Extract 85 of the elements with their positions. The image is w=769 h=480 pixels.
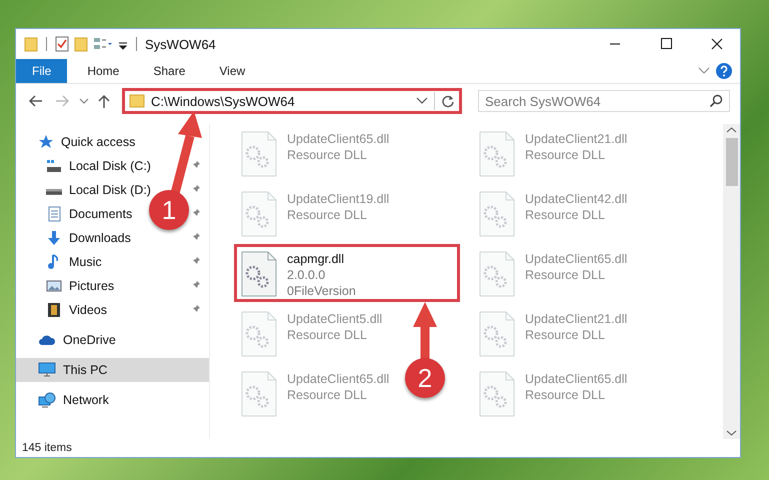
gear-file-icon bbox=[479, 251, 515, 297]
file-description: Resource DLL bbox=[287, 147, 368, 163]
scrollbar[interactable] bbox=[723, 124, 740, 439]
sidebar-item[interactable]: Documents bbox=[16, 202, 132, 226]
gear-file-icon bbox=[479, 191, 515, 237]
file-name: UpdateClient42.dll bbox=[525, 191, 628, 207]
file-tab[interactable]: File bbox=[16, 59, 68, 83]
sidebar-item[interactable]: Local Disk (D:) bbox=[16, 178, 151, 202]
file-description: Resource DLL bbox=[525, 207, 606, 223]
address-path: C:\Windows\SysWOW64 bbox=[151, 94, 296, 108]
file-name: UpdateClient21.dll bbox=[525, 131, 628, 147]
address-bar[interactable]: C:\Windows\SysWOW64 bbox=[122, 88, 462, 114]
gear-file-icon bbox=[241, 311, 277, 357]
chevron-down-icon[interactable] bbox=[416, 96, 428, 106]
monitor-icon bbox=[38, 362, 56, 378]
gear-file-icon bbox=[479, 311, 515, 357]
file-description: Resource DLL bbox=[287, 387, 368, 403]
ribbon-tab[interactable]: Home bbox=[73, 59, 134, 83]
file-name: capmgr.dll bbox=[287, 251, 345, 267]
ribbon-tab[interactable]: View bbox=[205, 59, 260, 83]
file-description: Resource DLL bbox=[525, 267, 606, 283]
sidebar-label: This PC bbox=[63, 363, 108, 377]
sidebar-item[interactable]: Pictures bbox=[16, 274, 114, 298]
sidebar-label: Documents bbox=[69, 207, 132, 221]
gear-file-icon bbox=[479, 131, 515, 177]
sidebar-label: Quick access bbox=[61, 135, 136, 149]
ribbon-tab[interactable]: Share bbox=[139, 59, 200, 83]
sidebar-label: Local Disk (D:) bbox=[69, 183, 151, 197]
file-name: UpdateClient5.dll bbox=[287, 311, 382, 327]
film-icon bbox=[46, 302, 62, 318]
file-description: Resource DLL bbox=[287, 207, 368, 223]
view-options-icon[interactable] bbox=[93, 36, 113, 52]
file-description: Resource DLL bbox=[287, 327, 368, 343]
file-name: UpdateClient65.dll bbox=[287, 131, 390, 147]
file-name: UpdateClient19.dll bbox=[287, 191, 390, 207]
drive-icon bbox=[46, 160, 62, 172]
sidebar-item[interactable]: OneDrive bbox=[16, 328, 209, 352]
gear-file-icon bbox=[241, 191, 277, 237]
sidebar-item[interactable]: Network bbox=[16, 388, 209, 412]
cloud-icon bbox=[38, 333, 56, 347]
file-name: UpdateClient65.dll bbox=[287, 371, 390, 387]
gear-file-icon bbox=[241, 371, 277, 417]
drive-icon bbox=[46, 189, 62, 195]
folder-icon[interactable] bbox=[24, 36, 38, 52]
file-name: UpdateClient65.dll bbox=[525, 371, 628, 387]
gear-file-icon bbox=[241, 131, 277, 177]
sidebar-label: OneDrive bbox=[63, 333, 116, 347]
file-description: Resource DLL bbox=[525, 387, 606, 403]
annotation-arrow bbox=[413, 302, 437, 360]
scrollbar-thumb[interactable] bbox=[726, 138, 738, 186]
sidebar-label: Pictures bbox=[69, 279, 114, 293]
highlighted-file[interactable]: capmgr.dll 2.0.0.0 0FileVersion bbox=[234, 244, 460, 302]
window-title: SysWOW64 bbox=[145, 36, 216, 52]
sidebar-item[interactable]: Downloads bbox=[16, 226, 131, 250]
document-icon bbox=[46, 206, 62, 222]
search-field[interactable]: Search SysWOW64 bbox=[478, 90, 730, 112]
file-name: UpdateClient65.dll bbox=[525, 251, 628, 267]
file-name: UpdateClient21.dll bbox=[525, 311, 628, 327]
new-folder-icon[interactable] bbox=[74, 36, 88, 52]
refresh-icon[interactable] bbox=[441, 94, 455, 108]
folder-icon bbox=[129, 94, 145, 108]
file-description: 2.0.0.0 bbox=[287, 267, 326, 283]
sidebar-label: Music bbox=[69, 255, 102, 269]
download-arrow-icon bbox=[46, 230, 62, 246]
up-arrow-icon[interactable] bbox=[96, 93, 112, 109]
sidebar-item[interactable]: Music bbox=[16, 250, 102, 274]
file-description: Resource DLL bbox=[525, 147, 606, 163]
gear-file-icon bbox=[241, 251, 277, 297]
sidebar-item[interactable]: Local Disk (C:) bbox=[16, 154, 151, 178]
search-icon bbox=[709, 94, 723, 108]
file-description: Resource DLL bbox=[525, 327, 606, 343]
gear-file-icon bbox=[479, 371, 515, 417]
sidebar-label: Network bbox=[63, 393, 109, 407]
sidebar-item[interactable]: This PC bbox=[16, 358, 209, 382]
help-icon[interactable] bbox=[716, 63, 732, 79]
sidebar-item[interactable]: Quick access bbox=[16, 130, 209, 154]
sidebar-label: Videos bbox=[69, 303, 107, 317]
file-version: 0FileVersion bbox=[287, 283, 356, 299]
network-icon bbox=[38, 392, 56, 408]
sidebar-label: Local Disk (C:) bbox=[69, 159, 151, 173]
picture-icon bbox=[46, 278, 62, 294]
sidebar-label: Downloads bbox=[69, 231, 131, 245]
star-icon bbox=[38, 134, 54, 150]
item-count: 145 items bbox=[22, 442, 72, 454]
sidebar-item[interactable]: Videos bbox=[16, 298, 107, 322]
